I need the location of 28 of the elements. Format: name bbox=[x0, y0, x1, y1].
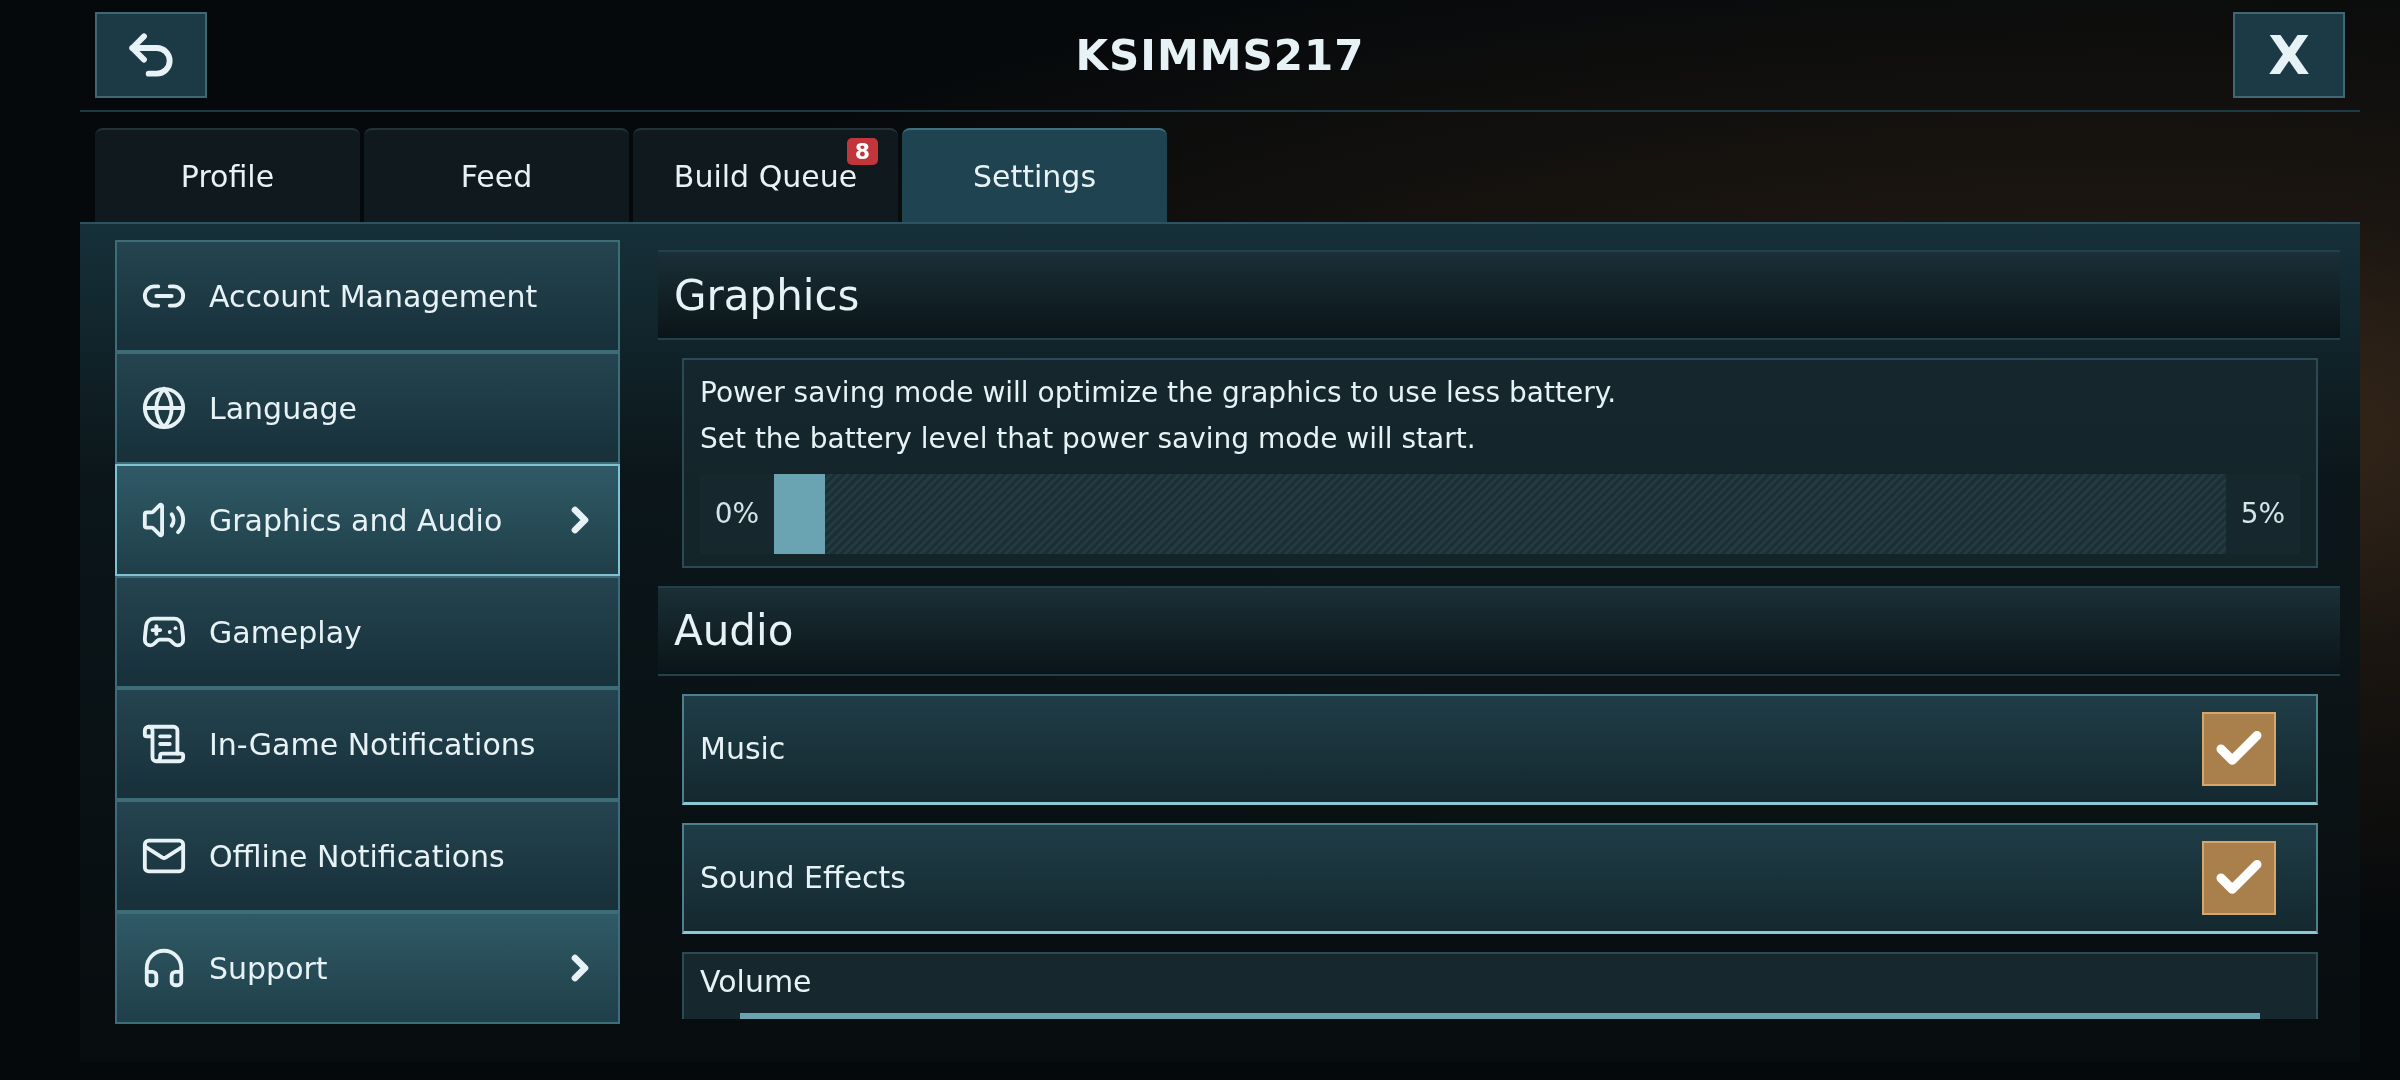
setting-label: Volume bbox=[700, 963, 813, 999]
sidebar-item[interactable]: Account Management bbox=[115, 240, 620, 352]
section-title: Audio bbox=[674, 606, 794, 656]
setting-label: Music bbox=[700, 731, 786, 767]
checkbox[interactable] bbox=[2202, 711, 2276, 786]
toggle-row[interactable]: Music bbox=[682, 693, 2318, 805]
tab[interactable]: Profile bbox=[95, 128, 360, 222]
sidebar-item[interactable]: In-Game Notifications bbox=[115, 688, 620, 800]
sidebar-item[interactable]: Language bbox=[115, 352, 620, 464]
description-text: Set the battery level that power saving mode will start. bbox=[700, 420, 1477, 457]
setting-label: Sound Effects bbox=[700, 860, 906, 896]
back-button[interactable] bbox=[95, 12, 207, 98]
tab[interactable]: Build Queue 8 bbox=[633, 128, 898, 222]
close-button[interactable]: X bbox=[2233, 12, 2345, 98]
section-title: Graphics bbox=[674, 270, 860, 320]
tab[interactable]: Feed bbox=[364, 128, 629, 222]
sidebar-item[interactable]: Graphics and Audio bbox=[115, 464, 620, 576]
sidebar-item[interactable]: Gameplay bbox=[115, 576, 620, 688]
toggle-row[interactable]: Sound Effects bbox=[682, 822, 2318, 934]
tab[interactable]: Settings bbox=[902, 128, 1167, 222]
checkbox[interactable] bbox=[2202, 840, 2276, 915]
player-name-title: KSIMMS217 bbox=[1075, 30, 1365, 80]
count-badge: 8 bbox=[846, 138, 878, 165]
sidebar-item[interactable]: Offline Notifications bbox=[115, 800, 620, 912]
sidebar-item[interactable]: Support bbox=[115, 912, 620, 1024]
volume-slider-track[interactable] bbox=[740, 1012, 2260, 1019]
globe-icon bbox=[141, 385, 187, 431]
description-text: Power saving mode will optimize the graphics to use less battery. bbox=[700, 375, 1618, 411]
